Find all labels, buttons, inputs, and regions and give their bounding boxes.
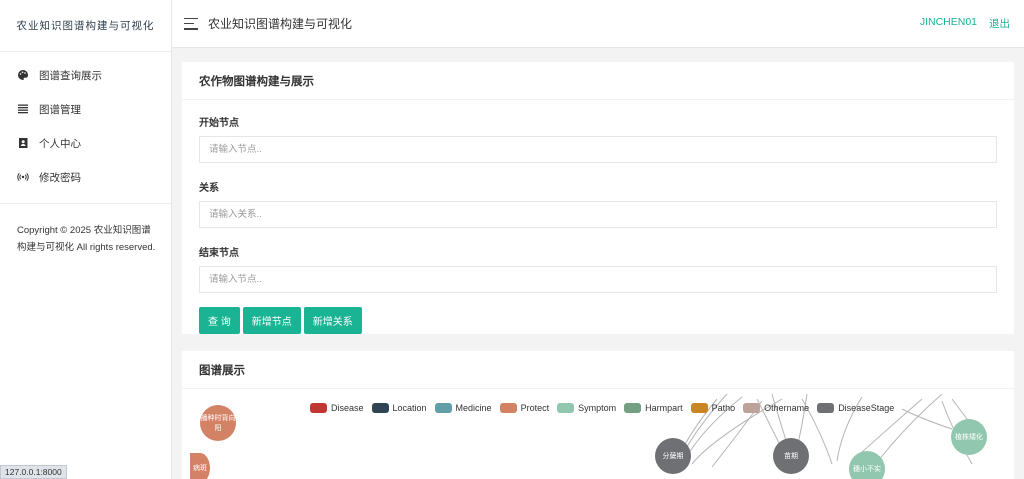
add-node-button[interactable]: 新增节点 [242,307,301,334]
broadcast-icon [17,171,29,183]
logout-link[interactable]: 退出 [989,16,1010,31]
sidebar-item-label: 图谱查询展示 [39,69,102,82]
legend-item-location[interactable]: Location [371,403,427,413]
graph-canvas[interactable]: Disease Location Medicine Protect Sympto… [182,389,1014,479]
relation-input[interactable] [199,201,997,228]
sidebar-item-profile[interactable]: 个人中心 [0,126,171,160]
end-node-input[interactable] [199,266,997,293]
start-node-input[interactable] [199,136,997,163]
graph-node[interactable]: 播种时背向阳 [200,405,236,441]
sidebar-item-label: 图谱管理 [39,103,81,116]
legend-item-medicine[interactable]: Medicine [434,403,492,413]
sidebar-item-label: 修改密码 [39,171,81,184]
contact-book-icon [17,137,29,149]
relation-label: 关系 [199,183,219,194]
query-button[interactable]: 查 询 [199,307,240,334]
list-icon [17,103,29,115]
legend-item-disease[interactable]: Disease [310,403,364,413]
add-relation-button[interactable]: 新增关系 [303,307,362,334]
query-form: 开始节点 关系 结束节点 查 询 新增节点 新增关系 [182,100,1014,334]
end-node-label: 结束节点 [199,248,239,259]
legend-item-diseasestage[interactable]: DiseaseStage [817,403,894,413]
graph-legend: Disease Location Medicine Protect Sympto… [310,403,894,413]
sidebar-item-graph-query[interactable]: 图谱查询展示 [0,58,171,92]
graph-node[interactable]: 病斑 [190,453,210,479]
sidebar-item-change-password[interactable]: 修改密码 [0,160,171,194]
sidebar: 农业知识图谱构建与可视化 图谱查询展示 图谱管理 个人中心 修改密码 Copyr… [0,0,172,479]
palette-icon [17,69,29,81]
brand-title: 农业知识图谱构建与可视化 [0,0,171,52]
graph-panel-title: 图谱展示 [182,351,1014,389]
sidebar-nav: 图谱查询展示 图谱管理 个人中心 修改密码 [0,52,171,194]
legend-item-harmpart[interactable]: Harmpart [624,403,683,413]
legend-item-protect[interactable]: Protect [499,403,549,413]
query-panel-title: 农作物图谱构建与展示 [182,62,1014,100]
sidebar-item-label: 个人中心 [39,137,81,150]
topbar: 农业知识图谱构建与可视化 JINCHEN01 退出 [172,0,1024,48]
user-area: JINCHEN01 退出 [920,16,1010,31]
username-link[interactable]: JINCHEN01 [920,16,977,31]
copyright-text: Copyright © 2025 农业知识图谱构建与可视化 All rights… [17,225,156,253]
hamburger-menu-icon[interactable] [184,17,198,30]
legend-item-symptom[interactable]: Symptom [557,403,616,413]
legend-item-othername[interactable]: Othername [743,403,809,413]
graph-panel: 图谱展示 Disease Location Medicine Protect S… [182,351,1014,479]
graph-node[interactable]: 植株矮化 [951,419,987,455]
graph-node[interactable]: 苗期 [773,438,809,474]
browser-status-url: 127.0.0.1:8000 [0,465,67,479]
sidebar-item-graph-manage[interactable]: 图谱管理 [0,92,171,126]
page-title: 农业知识图谱构建与可视化 [208,17,353,31]
action-buttons: 查 询 新增节点 新增关系 [199,307,997,334]
query-panel: 农作物图谱构建与展示 开始节点 关系 结束节点 查 询 新增节点 新增关系 [182,62,1014,334]
start-node-label: 开始节点 [199,118,239,129]
graph-node[interactable]: 分蘖期 [655,438,691,474]
graph-node[interactable]: 穗小不实 [849,451,885,479]
legend-item-patho[interactable]: Patho [690,403,735,413]
